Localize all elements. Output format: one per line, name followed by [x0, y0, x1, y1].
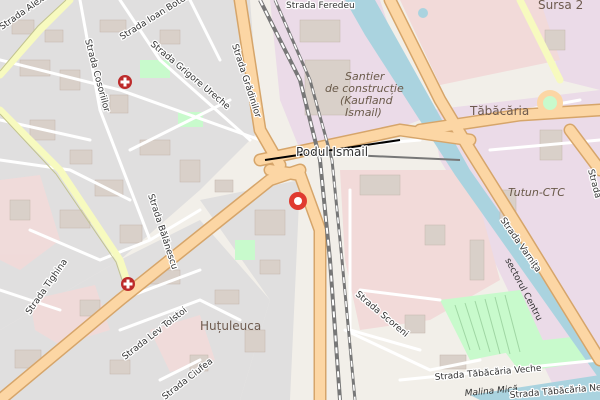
label-hutuleuca: Huțuleuca — [200, 319, 261, 333]
label-tabacaria: Tăbăcăria — [469, 104, 529, 118]
pharmacy-icon[interactable] — [118, 75, 132, 89]
label-tutun-ctc: Tutun-CTC — [508, 186, 565, 199]
pharmacy-icon[interactable] — [121, 277, 135, 291]
location-marker-icon[interactable] — [289, 192, 307, 210]
map-canvas[interactable]: Strada Alexandru Strada Ioan Botezatu St… — [0, 0, 600, 400]
roundabout — [537, 90, 563, 116]
label-strada-ferede: Strada Feredeu — [286, 1, 355, 11]
label-sursa2: Sursa 2 — [538, 0, 583, 12]
label-podul-ismail: Podul Ismail — [296, 145, 368, 159]
label-santier-4: Ismail) — [345, 106, 382, 119]
